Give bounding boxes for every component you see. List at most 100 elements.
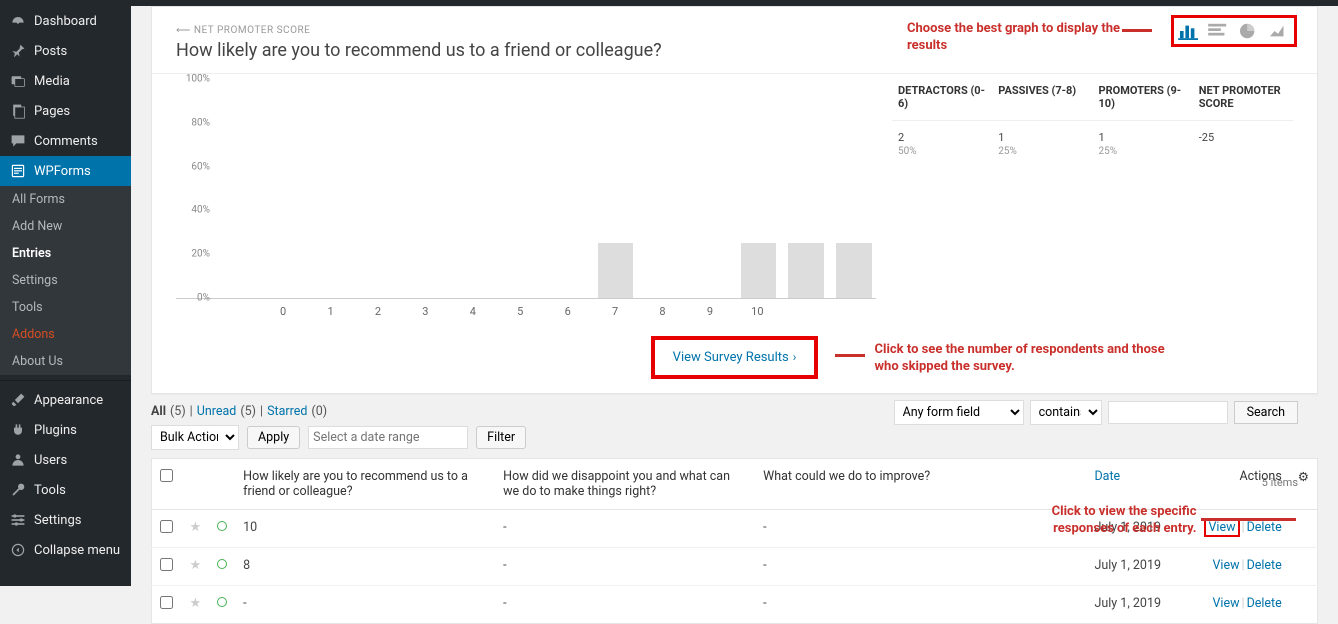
media-icon [10,73,26,89]
menu-comments[interactable]: Comments [0,126,131,156]
sub-settings[interactable]: Settings [0,267,131,294]
tab-unread[interactable]: Unread [197,404,237,419]
menu-wpforms[interactable]: WPForms [0,156,131,186]
cell-q2: - [495,510,755,548]
sub-tools[interactable]: Tools [0,294,131,321]
gauge-icon [10,13,26,29]
unread-indicator-icon [217,597,227,607]
star-icon[interactable]: ★ [190,520,202,535]
menu-users[interactable]: Users [0,445,131,475]
line-chart-icon[interactable] [1268,22,1290,40]
wpforms-submenu: All Forms Add New Entries Settings Tools… [0,186,131,375]
entries-toolbar: All(5) | Unread(5) | Starred(0) Any form… [151,404,1318,450]
cell-q2: - [495,548,755,586]
cell-q1: 10 [235,510,495,548]
chart-type-selector [1171,15,1297,47]
wrench-icon [10,482,26,498]
collapse-icon [10,542,26,558]
table-row[interactable]: ★---July 1, 2019View|Delete [152,586,1318,624]
cell-q3: - [755,548,1086,586]
tab-all[interactable]: All [151,404,166,419]
cell-date: July 1, 2019 [1086,548,1196,586]
table-row[interactable]: ★10--July 1, 2019Click to view the speci… [152,510,1318,548]
select-all-checkbox[interactable] [160,469,173,482]
page-icon [10,103,26,119]
bar-chart: 0%20%40%60%80%100% 012345678910 [176,74,876,318]
entries-table: How likely are you to recommend us to a … [151,458,1318,624]
menu-media[interactable]: Media [0,66,131,96]
unread-indicator-icon [217,521,227,531]
sub-about[interactable]: About Us [0,348,131,375]
cell-q1: 8 [235,548,495,586]
filter-value-input[interactable] [1108,401,1228,424]
annotation-view-entry: Click to view the specific responses of … [1021,504,1196,538]
admin-sidebar: Dashboard Posts Media Pages Comments WPF… [0,6,131,586]
main-content: ⟵ NET PROMOTER SCORE How likely are you … [131,6,1338,586]
sub-add-new[interactable]: Add New [0,213,131,240]
field-filter-select[interactable]: Any form field [894,400,1024,425]
cell-q3: - [755,586,1086,624]
sub-addons[interactable]: Addons [0,321,131,348]
apply-button[interactable]: Apply [247,426,300,449]
filter-button[interactable]: Filter [476,426,526,449]
cell-q1: - [235,586,495,624]
menu-posts[interactable]: Posts [0,36,131,66]
nps-col-promoters: PROMOTERS (9-10) [1093,74,1193,120]
nps-col-score: NET PROMOTER SCORE [1193,74,1293,120]
survey-card: ⟵ NET PROMOTER SCORE How likely are you … [151,6,1318,394]
star-icon[interactable]: ★ [190,596,202,611]
annotation-chart-selector: Choose the best graph to display the res… [907,21,1127,55]
search-button[interactable]: Search [1234,401,1298,424]
star-icon[interactable]: ★ [190,558,202,573]
menu-dashboard[interactable]: Dashboard [0,6,131,36]
delete-link[interactable]: Delete [1247,520,1282,535]
form-icon [10,163,26,179]
comment-icon [10,133,26,149]
cell-date: July 1, 2019 [1086,586,1196,624]
plug-icon [10,422,26,438]
pin-icon [10,43,26,59]
col-q2: How did we disappoint you and what can w… [495,459,755,510]
menu-settings[interactable]: Settings [0,505,131,535]
row-checkbox[interactable] [160,596,173,609]
survey-question: How likely are you to recommend us to a … [176,40,662,61]
nps-col-detractors: DETRACTORS (0-6) [892,74,992,120]
col-q1: How likely are you to recommend us to a … [235,459,495,510]
tab-starred[interactable]: Starred [267,404,307,419]
menu-pages[interactable]: Pages [0,96,131,126]
menu-tools[interactable]: Tools [0,475,131,505]
operator-select[interactable]: contains [1030,400,1102,425]
sub-entries[interactable]: Entries [0,240,131,267]
bulk-actions-select[interactable]: Bulk Actions [151,425,239,450]
nps-col-passives: PASSIVES (7-8) [992,74,1092,120]
sliders-icon [10,512,26,528]
chevron-right-icon: › [793,350,797,364]
date-range-input[interactable] [308,426,468,449]
item-count: 5 items [1262,476,1298,489]
nps-summary-table: DETRACTORS (0-6) PASSIVES (7-8) PROMOTER… [892,74,1293,318]
annotation-view-results: Click to see the number of respondents a… [875,342,1175,376]
bar-chart-icon[interactable] [1178,22,1200,40]
hbar-chart-icon[interactable] [1208,22,1230,40]
row-checkbox[interactable] [160,520,173,533]
cell-date: July 1, 2019Click to view the specific r… [1086,510,1196,548]
menu-appearance[interactable]: Appearance [0,385,131,415]
view-survey-results-button[interactable]: View Survey Results› [651,336,819,379]
pie-chart-icon[interactable] [1238,22,1260,40]
menu-collapse[interactable]: Collapse menu [0,535,131,565]
col-date[interactable]: Date [1086,459,1196,510]
view-link[interactable]: View [1208,520,1235,535]
table-row[interactable]: ★8--July 1, 2019View|Delete [152,548,1318,586]
delete-link[interactable]: Delete [1247,596,1282,611]
row-checkbox[interactable] [160,558,173,571]
menu-plugins[interactable]: Plugins [0,415,131,445]
cell-q2: - [495,586,755,624]
col-q3: What could we do to improve? [755,459,1086,510]
sub-all-forms[interactable]: All Forms [0,186,131,213]
unread-indicator-icon [217,559,227,569]
view-link[interactable]: View [1212,596,1239,611]
user-icon [10,452,26,468]
brush-icon [10,392,26,408]
view-link[interactable]: View [1212,558,1239,573]
delete-link[interactable]: Delete [1247,558,1282,573]
